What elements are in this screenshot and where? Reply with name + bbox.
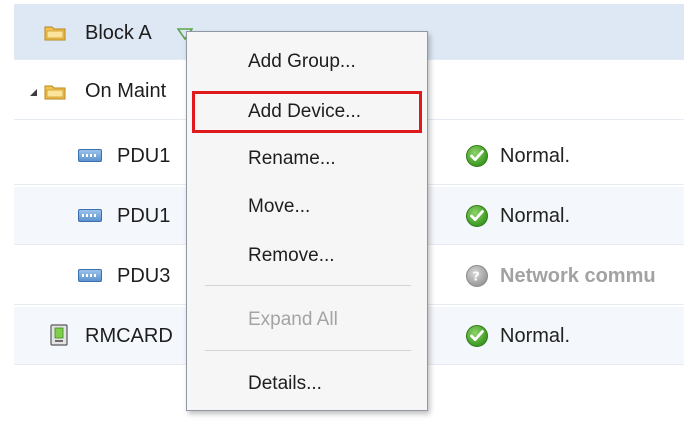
status-text: Normal. [500,325,571,347]
status-text: Normal. [500,145,571,167]
tree-row-label: On Maint [85,80,167,102]
tree-row-label: PDU1 [117,145,171,167]
menu-item-remove[interactable]: Remove... [187,238,427,274]
folder-icon [44,26,66,41]
menu-separator [205,350,411,351]
menu-item-add-device[interactable]: Add Device... [192,91,422,133]
context-menu: Add Group... Add Device... Rename... Mov… [186,31,428,411]
tree-row-label: PDU3 [117,265,171,287]
menu-item-expand-all: Expand All [248,309,338,330]
pdu-icon [78,209,102,222]
svg-text:?: ? [472,269,479,284]
tree-row-label: Block A [85,22,152,44]
menu-item-move[interactable]: Move... [187,189,427,225]
menu-item-details[interactable]: Details... [187,366,427,402]
menu-separator [205,285,411,286]
pdu-icon [78,149,102,162]
collapse-arrow-icon[interactable] [29,88,38,97]
check-icon [466,145,488,167]
menu-item-add-group[interactable]: Add Group... [187,44,427,80]
tree-row-label: RMCARD [85,325,173,347]
card-icon [50,324,68,346]
check-icon [466,205,488,227]
folder-icon [44,85,66,100]
pdu-icon [78,269,102,282]
status-text: Network commu [500,265,656,287]
menu-item-rename[interactable]: Rename... [187,141,427,177]
status-text: Normal. [500,205,571,227]
question-icon: ? [466,265,488,287]
check-icon [466,325,488,347]
tree-row-label: PDU1 [117,205,171,227]
